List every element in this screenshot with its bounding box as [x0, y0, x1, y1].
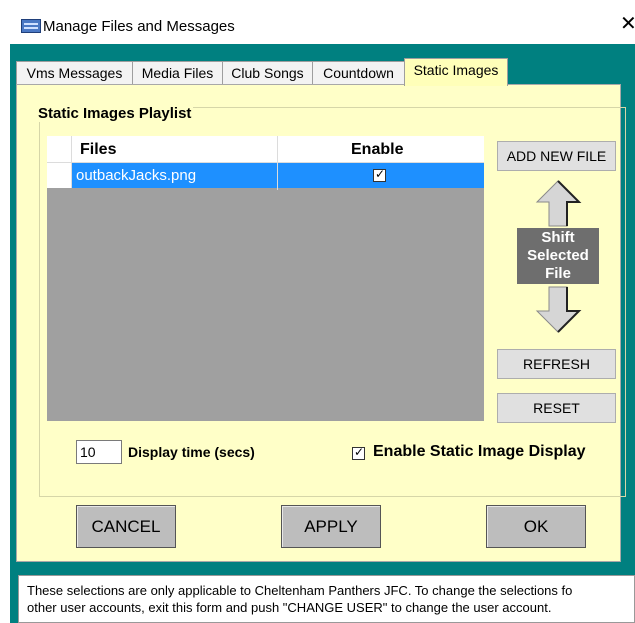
- title-bar: Manage Files and Messages ✕: [10, 8, 635, 44]
- status-message: These selections are only applicable to …: [18, 575, 635, 623]
- display-time-input[interactable]: 10: [76, 440, 122, 464]
- status-line-1: These selections are only applicable to …: [27, 583, 573, 598]
- cancel-button[interactable]: CANCEL: [76, 505, 176, 548]
- close-icon[interactable]: ✕: [620, 14, 635, 34]
- arrow-down-icon[interactable]: [533, 285, 583, 335]
- enable-static-display-label[interactable]: Enable Static Image Display: [373, 443, 586, 461]
- enable-cell[interactable]: ✓: [278, 163, 484, 188]
- column-header-enable[interactable]: Enable: [351, 136, 403, 163]
- refresh-button[interactable]: REFRESH: [497, 349, 616, 379]
- tab-vms-messages[interactable]: Vms Messages: [16, 61, 133, 84]
- row-header[interactable]: [47, 163, 72, 188]
- grid-header: Files Enable: [47, 136, 484, 163]
- checkmark-icon: ✓: [375, 167, 386, 181]
- tab-media-files[interactable]: Media Files: [132, 61, 223, 84]
- playlist-group-title: Static Images Playlist: [36, 105, 194, 122]
- enable-static-display-checkbox[interactable]: ✓: [352, 445, 365, 460]
- shift-line-3: File: [545, 265, 571, 282]
- shift-line-2: Selected: [527, 247, 589, 264]
- file-name-cell[interactable]: outbackJacks.png: [72, 163, 277, 188]
- checkmark-icon: ✓: [354, 445, 365, 459]
- tab-static-images[interactable]: Static Images: [404, 58, 508, 86]
- column-header-files[interactable]: Files: [80, 136, 116, 163]
- row-header-corner: [47, 136, 72, 163]
- reset-button[interactable]: RESET: [497, 393, 616, 423]
- playlist-grid[interactable]: Files Enable outbackJacks.png ✓: [47, 136, 484, 421]
- enable-row-checkbox[interactable]: ✓: [373, 167, 386, 182]
- shift-line-1: Shift: [541, 229, 575, 246]
- shift-selected-file-label: Shift Selected File: [517, 228, 599, 284]
- tab-strip: Vms Messages Media Files Club Songs Coun…: [16, 58, 616, 86]
- window-title: Manage Files and Messages: [43, 18, 235, 35]
- app-window-icon: [21, 19, 41, 33]
- apply-button[interactable]: APPLY: [281, 505, 381, 548]
- arrow-up-icon[interactable]: [533, 178, 583, 228]
- table-row[interactable]: outbackJacks.png ✓: [47, 163, 484, 188]
- add-new-file-button[interactable]: ADD NEW FILE: [497, 141, 616, 171]
- display-time-label: Display time (secs): [128, 444, 255, 460]
- tab-countdown[interactable]: Countdown: [312, 61, 405, 84]
- ok-button[interactable]: OK: [486, 505, 586, 548]
- tab-club-songs[interactable]: Club Songs: [222, 61, 313, 84]
- status-line-2: other user accounts, exit this form and …: [27, 600, 552, 615]
